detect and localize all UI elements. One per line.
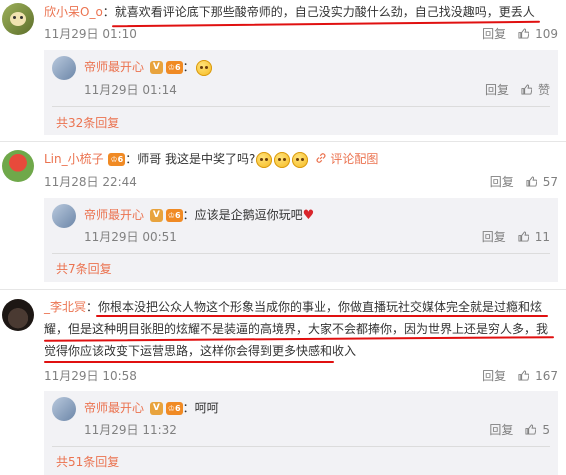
reply-text: ：呵呵: [182, 401, 219, 415]
thumb-up-icon: [518, 28, 530, 39]
reply-box: 帝师最开心 V ♔6： 11月29日 01:14 回复 赞 共32条回复: [44, 50, 558, 135]
comment-item: _李北冥：你根本没把公众人物这个形象当成你的事业，你做直播玩社交媒体完全就是过瘾…: [0, 294, 566, 475]
reply-username[interactable]: 帝师最开心: [84, 401, 144, 415]
reply-text: ：应该是企鹅逗你玩吧: [182, 208, 303, 222]
annotation-underline: [44, 361, 334, 363]
divider: [0, 289, 566, 290]
reply-button[interactable]: 回复: [482, 230, 506, 244]
comment-text: ：就喜欢看评论底下那些酸帝师的，自己没实力酸什么劲，自己找没趣吗，更丢人: [102, 5, 535, 19]
comment-body: 欣小呆O_o：就喜欢看评论底下那些酸帝师的，自己没实力酸什么劲，自己找没趣吗，更…: [44, 2, 558, 23]
reply-button[interactable]: 回复: [485, 83, 509, 97]
reply-body: 帝师最开心 V ♔6 ：呵呵: [84, 399, 219, 417]
reply-avatar[interactable]: [52, 56, 76, 80]
comment-item: Lin_小梳子 ♔6 ：师哥 我这是中奖了吗? 评论配图 11月28日 22:44 …: [0, 146, 566, 282]
comment-time: 11月29日 10:58: [44, 369, 137, 383]
emoji-icon: [256, 151, 273, 168]
comment-time: 11月28日 22:44: [44, 175, 137, 189]
reply-body: 帝师最开心 V ♔6 ：应该是企鹅逗你玩吧♥: [84, 206, 314, 225]
reply-avatar[interactable]: [52, 204, 76, 228]
thumb-up-icon: [525, 424, 537, 435]
reply-actions: 回复 5: [489, 421, 550, 438]
broken-heart-icon: ♥: [302, 208, 315, 223]
thumb-up-icon: [526, 176, 537, 187]
comment-text: ：师哥 我这是中奖了吗?: [125, 152, 256, 166]
verified-icon: V: [149, 209, 163, 222]
divider: [52, 253, 550, 254]
reply-time: 11月29日 11:32: [84, 423, 177, 437]
thumb-up-icon: [521, 84, 532, 95]
like-button[interactable]: 11: [518, 230, 550, 244]
like-count: 赞: [537, 83, 550, 97]
image-link[interactable]: 评论配图: [330, 152, 378, 166]
like-button[interactable]: 109: [518, 27, 558, 41]
comment-item: 欣小呆O_o：就喜欢看评论底下那些酸帝师的，自己没实力酸什么劲，自己找没趣吗，更…: [0, 0, 566, 135]
reply-item: 帝师最开心 V ♔6 ：呵呵 11月29日 11:32 回复 5: [44, 391, 558, 439]
thumb-up-icon: [518, 231, 529, 242]
like-count: 5: [542, 423, 550, 437]
like-count: 167: [535, 369, 558, 383]
reply-button[interactable]: 回复: [482, 27, 506, 41]
like-button[interactable]: 5: [525, 423, 550, 437]
reply-button[interactable]: 回复: [489, 423, 513, 437]
reply-avatar[interactable]: [52, 397, 76, 421]
reply-time: 11月29日 01:14: [84, 83, 177, 97]
reply-actions: 回复 11: [482, 228, 550, 245]
like-count: 57: [542, 175, 558, 189]
image-link-icon: [316, 153, 326, 163]
comment-actions: 回复 109: [482, 25, 558, 42]
more-replies-link[interactable]: 共7条回复: [56, 260, 112, 277]
reply-button[interactable]: 回复: [482, 369, 506, 383]
vip-badge: ♔6: [165, 402, 183, 415]
like-count: 109: [535, 27, 558, 41]
avatar[interactable]: [2, 3, 34, 35]
reply-button[interactable]: 回复: [490, 175, 514, 189]
vip-badge: ♔6: [165, 209, 183, 222]
comment-body: _李北冥：你根本没把公众人物这个形象当成你的事业，你做直播玩社交媒体完全就是过瘾…: [44, 296, 558, 362]
vip-badge: ♔6: [165, 61, 183, 74]
verified-icon: V: [149, 61, 163, 74]
divider: [0, 141, 566, 142]
more-replies-link[interactable]: 共32条回复: [56, 114, 119, 131]
thumb-up-icon: [518, 370, 530, 381]
comment-time: 11月29日 01:10: [44, 27, 137, 41]
like-count: 11: [534, 230, 550, 244]
reply-actions: 回复 赞: [485, 81, 550, 98]
emoji-icon: [274, 151, 291, 168]
comment-actions: 回复 57: [490, 173, 558, 190]
reply-body: 帝师最开心 V ♔6：: [84, 58, 213, 76]
verified-icon: V: [149, 402, 163, 415]
comment-username[interactable]: 欣小呆O_o: [44, 5, 103, 19]
reply-item: 帝师最开心 V ♔6： 11月29日 01:14 回复 赞: [44, 50, 558, 98]
comment-text: ：你根本没把公众人物这个形象当成你的事业，你做直播玩社交媒体完全就是过瘾和炫耀，…: [44, 300, 549, 358]
reply-username[interactable]: 帝师最开心: [84, 208, 144, 222]
comment-actions: 回复 167: [482, 367, 558, 384]
divider: [52, 446, 550, 447]
comment-username[interactable]: Lin_小梳子: [44, 152, 104, 166]
avatar[interactable]: [2, 299, 34, 331]
vip-badge: ♔6: [108, 153, 126, 166]
reply-box: 帝师最开心 V ♔6 ：应该是企鹅逗你玩吧♥ 11月29日 00:51 回复 11 共…: [44, 198, 558, 282]
reply-username[interactable]: 帝师最开心: [84, 60, 144, 74]
reply-text: ：: [182, 60, 195, 74]
avatar[interactable]: [2, 150, 34, 182]
like-button[interactable]: 赞: [521, 83, 550, 97]
reply-box: 帝师最开心 V ♔6 ：呵呵 11月29日 11:32 回复 5 共51条回复: [44, 391, 558, 475]
emoji-icon: [195, 59, 212, 76]
comment-body: Lin_小梳子 ♔6 ：师哥 我这是中奖了吗? 评论配图: [44, 149, 558, 170]
reply-item: 帝师最开心 V ♔6 ：应该是企鹅逗你玩吧♥ 11月29日 00:51 回复 11: [44, 198, 558, 246]
divider: [52, 106, 550, 107]
annotation-underline: [96, 315, 548, 317]
emoji-icon: [292, 151, 309, 168]
more-replies-link[interactable]: 共51条回复: [56, 453, 119, 470]
comment-username[interactable]: _李北冥: [44, 300, 86, 314]
like-button[interactable]: 167: [518, 369, 558, 383]
reply-time: 11月29日 00:51: [84, 230, 177, 244]
like-button[interactable]: 57: [526, 175, 558, 189]
